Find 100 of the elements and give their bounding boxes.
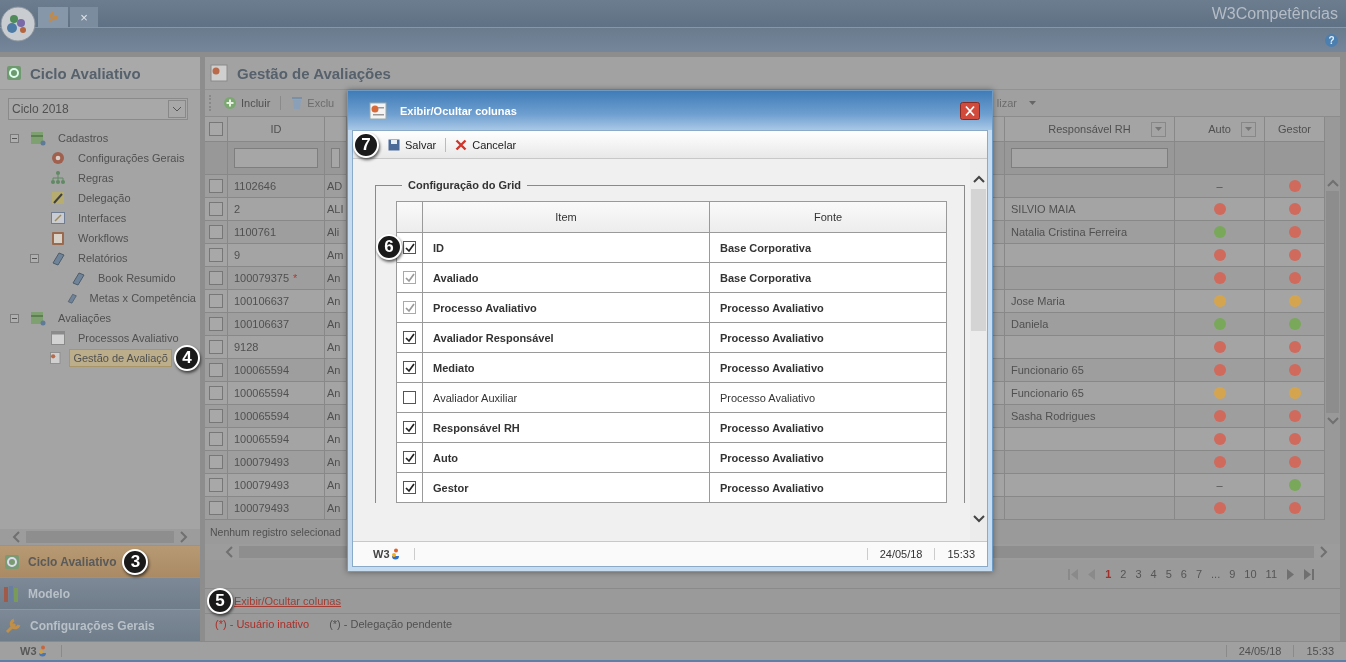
- close-tab[interactable]: ×: [70, 7, 98, 27]
- column-header[interactable]: Responsável RH: [1048, 123, 1131, 135]
- page-link[interactable]: 7: [1195, 568, 1203, 580]
- tree-item[interactable]: Workflows: [74, 229, 133, 247]
- page-link[interactable]: 5: [1165, 568, 1172, 580]
- page-link[interactable]: 3: [1135, 568, 1142, 580]
- row-checkbox[interactable]: [209, 202, 223, 216]
- table-cell: Avaliado: [433, 271, 479, 284]
- scroll-left-icon[interactable]: [12, 531, 20, 543]
- column-checkbox[interactable]: [403, 331, 416, 344]
- cancel-button[interactable]: Cancelar: [452, 138, 520, 151]
- scrollbar-thumb[interactable]: [971, 189, 986, 331]
- column-header[interactable]: Gestor: [1278, 123, 1311, 135]
- table-cell: Processo Avaliativo: [720, 421, 824, 434]
- column-menu-button[interactable]: [1151, 121, 1166, 137]
- column-checkbox[interactable]: [403, 481, 416, 494]
- tree-item[interactable]: Gestão de Avaliaçõ: [69, 349, 172, 367]
- table-cell: Ali: [327, 226, 340, 238]
- cycle-select[interactable]: Ciclo 2018: [8, 98, 188, 120]
- row-checkbox[interactable]: [209, 409, 223, 423]
- table-cell: Processo Avaliativo: [720, 451, 824, 464]
- row-checkbox[interactable]: [209, 455, 223, 469]
- scroll-down-icon[interactable]: [972, 515, 985, 523]
- filter-field[interactable]: [1011, 148, 1168, 168]
- tree-toggle[interactable]: [30, 253, 39, 263]
- page-link[interactable]: 1: [1105, 568, 1112, 580]
- tree-item[interactable]: Relatórios: [74, 249, 132, 267]
- table-cell: 9: [234, 249, 241, 261]
- page-link[interactable]: 9: [1229, 568, 1236, 580]
- app-logo: W3: [353, 548, 415, 560]
- table-cell: 100065594: [234, 387, 290, 399]
- row-checkbox[interactable]: [209, 317, 223, 331]
- last-page-icon[interactable]: [1303, 568, 1314, 580]
- row-checkbox[interactable]: [209, 271, 223, 285]
- add-icon: [223, 96, 237, 110]
- scroll-right-icon[interactable]: [1320, 546, 1328, 558]
- column-menu-button[interactable]: [1241, 121, 1256, 137]
- column-header[interactable]: ID: [270, 123, 282, 135]
- table-cell: 100079493: [234, 502, 290, 514]
- column-checkbox[interactable]: [403, 451, 416, 464]
- refresh-icon: [6, 65, 22, 81]
- table-cell: Daniela: [1011, 318, 1049, 330]
- tree-item[interactable]: Processos Avaliativo: [74, 329, 183, 347]
- scroll-up-icon[interactable]: [972, 175, 985, 183]
- tree-toggle[interactable]: [10, 313, 19, 323]
- tree-item[interactable]: Metas x Competência: [85, 289, 200, 307]
- help-icon[interactable]: ?: [1325, 33, 1338, 47]
- accordion-tab[interactable]: Ciclo Avaliativo: [0, 546, 121, 577]
- row-checkbox[interactable]: [209, 432, 223, 446]
- page-link[interactable]: 11: [1265, 568, 1277, 580]
- row-checkbox[interactable]: [209, 294, 223, 308]
- tree-item[interactable]: Regras: [74, 169, 118, 187]
- row-checkbox[interactable]: [209, 340, 223, 354]
- row-checkbox[interactable]: [209, 363, 223, 377]
- row-checkbox[interactable]: [209, 179, 223, 193]
- row-checkbox[interactable]: [209, 386, 223, 400]
- report-icon: [368, 101, 388, 120]
- filter-field[interactable]: [331, 148, 340, 168]
- filter-field[interactable]: [234, 148, 318, 168]
- column-checkbox[interactable]: [403, 421, 416, 434]
- row-checkbox[interactable]: [209, 225, 223, 239]
- scroll-left-icon[interactable]: [225, 546, 233, 558]
- columns-link[interactable]: Exibir/Ocultar colunas: [234, 595, 341, 607]
- save-button[interactable]: Salvar: [385, 138, 440, 151]
- form-icon: [50, 210, 66, 226]
- table-cell: Auto: [433, 451, 459, 464]
- page-link[interactable]: ...: [1211, 568, 1221, 580]
- tree-item[interactable]: Delegação: [74, 189, 135, 207]
- status-time: 15:33: [1293, 645, 1346, 657]
- scroll-right-icon[interactable]: [180, 531, 188, 543]
- table-cell: 1100761: [234, 226, 276, 238]
- column-checkbox[interactable]: [403, 391, 416, 404]
- row-checkbox[interactable]: [209, 248, 223, 262]
- group-title: Configuração do Grid: [407, 179, 523, 191]
- chevron-down-icon: [172, 106, 182, 112]
- row-checkbox[interactable]: [209, 478, 223, 492]
- table-cell: 9128: [234, 341, 259, 353]
- column-checkbox[interactable]: [403, 241, 416, 254]
- row-checkbox[interactable]: [209, 501, 223, 515]
- scrollbar[interactable]: [0, 529, 200, 545]
- header-checkbox[interactable]: [209, 122, 223, 136]
- add-button[interactable]: Incluir: [219, 96, 275, 110]
- tree-item[interactable]: Avaliações: [54, 309, 115, 327]
- brand-logo: W3Competências: [1211, 4, 1338, 23]
- page-link[interactable]: 4: [1150, 568, 1157, 580]
- scrollbar[interactable]: [970, 159, 987, 541]
- callout-number: 6: [376, 234, 402, 260]
- tree-toggle[interactable]: [10, 133, 19, 143]
- tree-item[interactable]: Interfaces: [74, 209, 131, 227]
- tree-item[interactable]: Cadastros: [54, 129, 113, 147]
- page-link[interactable]: 2: [1120, 568, 1127, 580]
- page-link[interactable]: 10: [1244, 568, 1257, 580]
- close-icon[interactable]: [960, 101, 980, 120]
- page-link[interactable]: 6: [1180, 568, 1187, 580]
- table-cell: Processo Avaliativo: [720, 481, 824, 494]
- tree-item[interactable]: Book Resumido: [94, 269, 180, 287]
- next-page-icon[interactable]: [1286, 568, 1294, 580]
- tree-item[interactable]: Configurações Gerais: [74, 149, 189, 167]
- column-checkbox[interactable]: [403, 361, 416, 374]
- column-header[interactable]: Auto: [1208, 123, 1231, 135]
